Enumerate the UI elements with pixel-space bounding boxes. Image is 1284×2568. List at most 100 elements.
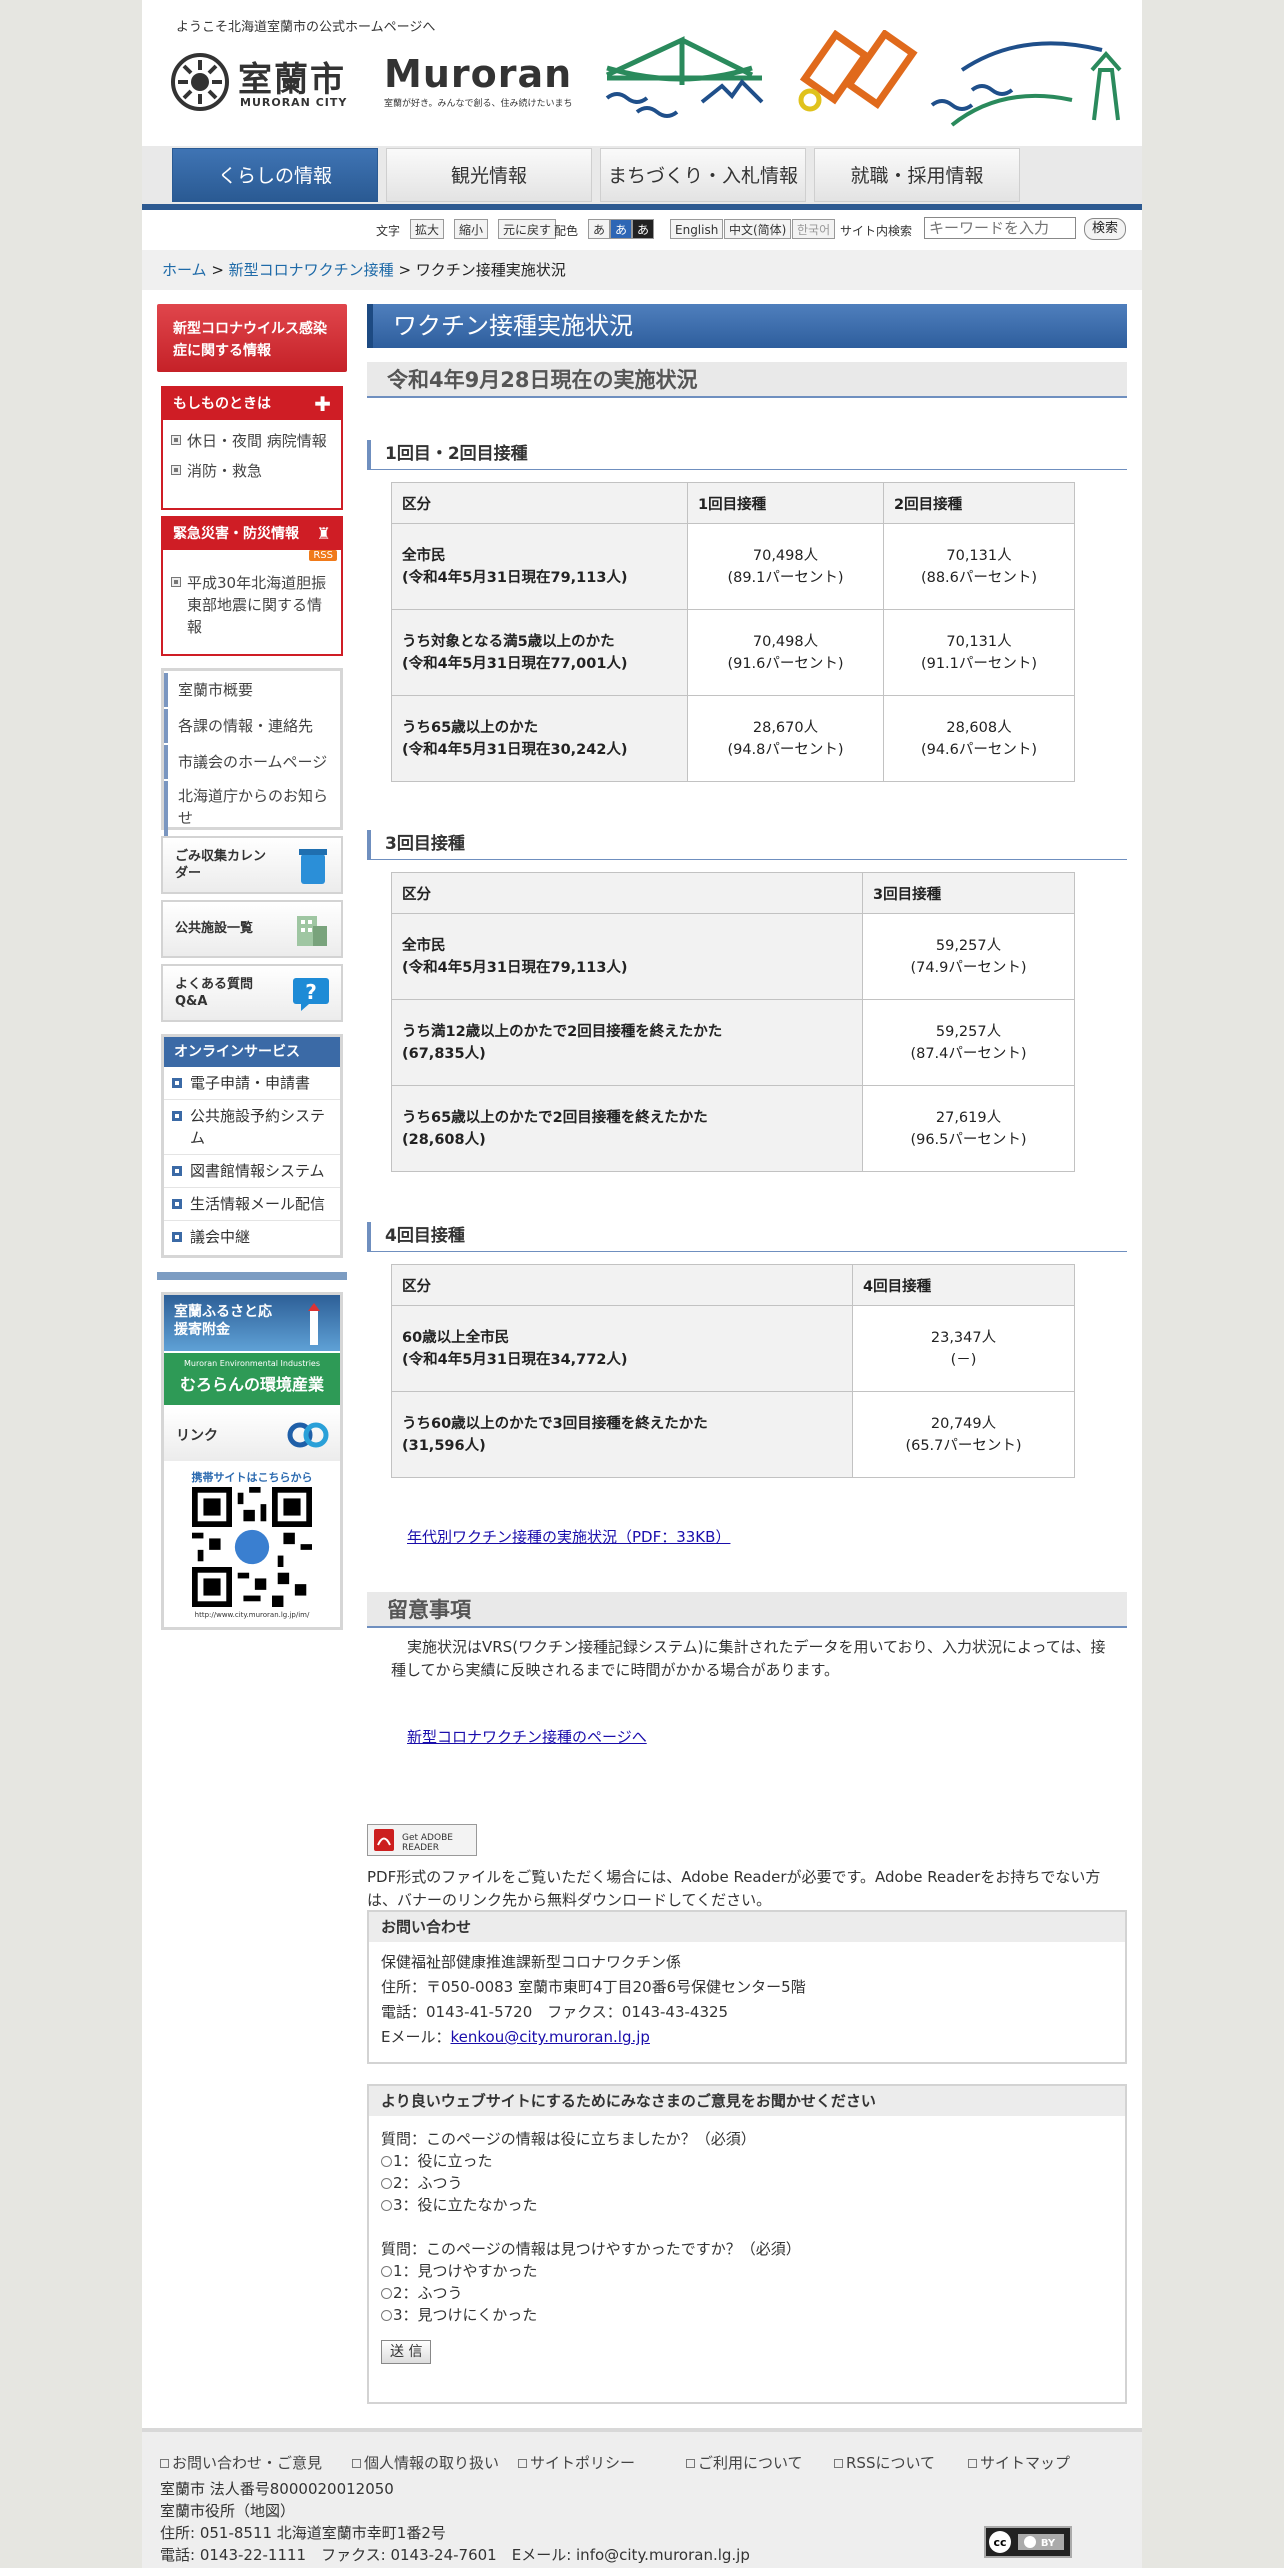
sidebar-item-city-overview[interactable]: 室蘭市概要 [164,673,340,707]
radio-button[interactable] [381,2200,392,2211]
radio-button[interactable] [381,2310,392,2321]
dose2-value: 70,131人 (88.6パーセント) [883,523,1075,610]
row-label: 60歳以上全市民 (令和4年5月31日現在34,772人) [391,1305,853,1392]
survey-title: より良いウェブサイトにするためにみなさまのご意見をお聞かせください [369,2086,1125,2116]
radio-button[interactable] [381,2178,392,2189]
covid-info-banner[interactable]: 新型コロナウイルス感染症に関する情報 [157,304,347,372]
footer-link-site-policy[interactable]: サイトポリシー [518,2452,635,2473]
color-default-button[interactable]: あ [588,219,611,239]
sidebar-item-earthquake[interactable]: 平成30年北海道胆振東部地震に関する情報 [163,568,341,642]
online-item-e-application[interactable]: 電子申請・申請書 [164,1067,340,1100]
survey-submit-button[interactable]: 送 信 [381,2340,432,2364]
section-heading-dose-3: 3回目接種 [367,830,1127,860]
table-row: うち対象となる満5歳以上のかた (令和4年5月31日現在77,001人) 70,4… [391,609,1075,696]
survey-q1-option-1[interactable]: 1：役に立った [381,2150,1113,2172]
color-scheme-label: 配色 [554,224,579,238]
breadcrumb-home[interactable]: ホーム [162,261,207,279]
garbage-calendar-banner[interactable]: ごみ収集カレンダー [161,836,343,894]
square-bullet-icon [160,2459,169,2468]
footer-link-privacy[interactable]: 個人情報の取り扱い [352,2452,499,2473]
breadcrumb-separator: > [206,261,229,279]
disaster-title: 緊急災害・防災情報 ♜ [163,518,341,550]
footer-address: 住所: 051-8511 北海道室蘭市幸町1番2号 [160,2524,446,2542]
gnav-tab-town-planning[interactable]: まちづくり・入札情報 [600,148,806,202]
contact-email-link[interactable]: kenkou@city.muroran.lg.jp [450,2028,649,2046]
lang-english-button[interactable]: English [670,219,724,239]
breadcrumb-current: ワクチン接種実施状況 [415,261,566,279]
rss-badge[interactable]: RSS [309,550,337,561]
brand-logo: Muroran [384,52,573,96]
breadcrumb-parent[interactable]: 新型コロナワクチン接種 [229,261,394,279]
creative-commons-badge[interactable]: cc BY [984,2526,1072,2558]
sidebar-item-departments[interactable]: 各課の情報・連絡先 [164,709,340,743]
contact-title: お問い合わせ [369,1912,1125,1942]
square-bullet-icon [172,1166,182,1176]
footer-link-terms[interactable]: ご利用について [686,2452,803,2473]
online-item-facility-reservation[interactable]: 公共施設予約システム [164,1100,340,1155]
sidebar-item-fire[interactable]: 消防・救急 [163,456,341,486]
mobile-site-banner[interactable]: 携帯サイトはこちらから http://www.city.muroran.lg.j… [164,1465,340,1627]
dose2-value: 70,131人 (91.1パーセント) [883,609,1075,696]
survey-q2-option-2[interactable]: 2：ふつう [381,2282,1113,2304]
radio-button[interactable] [381,2288,392,2299]
dose3-value: 59,257人 (74.9パーセント) [862,913,1075,1000]
gnav-tab-tourism[interactable]: 観光情報 [386,148,592,202]
table-doses-1-2: 区分 1回目接種 2回目接種 全市民 (令和4年5月31日現在79,113人) 7… [391,482,1075,782]
table-header-row: 区分 4回目接種 [391,1264,1075,1306]
online-item-mail-service[interactable]: 生活情報メール配信 [164,1188,340,1221]
sidebar-item-city-council[interactable]: 市議会のホームページ [164,745,340,779]
adobe-reader-notice: PDF形式のファイルをご覧いただく場合には、Adobe Readerが必要です。… [367,1868,1101,1909]
contact-email-label: Eメール： [381,2028,451,2046]
color-black-button[interactable]: あ [632,219,655,239]
environmental-industries-banner[interactable]: Muroran Environmental Industries むろらんの環境… [164,1353,340,1405]
links-banner[interactable]: リンク [164,1409,340,1461]
search-input[interactable] [924,217,1076,239]
online-item-library[interactable]: 図書館情報システム [164,1155,340,1188]
contact-box: お問い合わせ 保健福祉部健康推進課新型コロナワクチン係 住所：〒050-0083… [367,1910,1127,2064]
svg-text:BY: BY [1041,2538,1056,2549]
lighthouse-icon [308,1303,320,1345]
radio-button[interactable] [381,2266,392,2277]
adobe-reader-banner[interactable]: Get ADOBE READER [367,1824,477,1856]
brand-tagline: 室蘭が好き。みんなで創る、住み続けたいまち [384,99,573,109]
text-enlarge-button[interactable]: 拡大 [410,219,445,239]
survey-q2-option-3[interactable]: 3：見つけにくかった [381,2304,1113,2326]
table-dose-4: 区分 4回目接種 60歳以上全市民 (令和4年5月31日現在34,772人) 23… [391,1264,1075,1478]
city-name-jp[interactable]: 室蘭市 [238,52,346,101]
pdf-age-breakdown-link[interactable]: 年代別ワクチン接種の実施状況（PDF：33KB） [407,1526,730,1547]
radio-button[interactable] [381,2156,392,2167]
lang-chinese-button[interactable]: 中文(简体) [724,219,792,239]
gnav-tab-jobs[interactable]: 就職・採用情報 [814,148,1020,202]
row-label: うち65歳以上のかたで2回目接種を終えたかた (28,608人) [391,1085,863,1172]
color-blue-button[interactable]: あ [610,219,633,239]
lang-korean-button[interactable]: 한국어 [792,219,836,239]
text-shrink-button[interactable]: 縮小 [454,219,489,239]
survey-q1-option-2[interactable]: 2：ふつう [381,2172,1113,2194]
footer-link-rss[interactable]: RSSについて [834,2452,935,2473]
covid-vaccine-page-link[interactable]: 新型コロナワクチン接種のページへ [407,1726,647,1747]
online-item-council-broadcast[interactable]: 議会中継 [164,1221,340,1253]
survey-q1-option-3[interactable]: 3：役に立たなかった [381,2194,1113,2216]
furusato-donation-banner[interactable]: 室蘭ふるさと応援寄附金 [164,1295,340,1351]
sidebar-item-hokkaido-news[interactable]: 北海道庁からのお知らせ [164,781,340,837]
footer-link-sitemap[interactable]: サイトマップ [968,2452,1070,2473]
faq-banner[interactable]: よくある質問Q&A ? [161,964,343,1022]
table-row: 全市民 (令和4年5月31日現在79,113人) 70,498人 (89.1パーセン… [391,523,1075,610]
footer-office-name[interactable]: 室蘭市役所（地図） [160,2500,295,2521]
column-header: 1回目接種 [687,482,884,524]
public-facilities-banner[interactable]: 公共施設一覧 [161,900,343,958]
city-emblem-logo[interactable] [170,52,230,112]
square-bullet-icon [834,2459,843,2468]
city-name-en: MURORAN CITY [240,96,348,109]
square-bullet-icon [172,1232,182,1242]
survey-q2-option-1[interactable]: 1：見つけやすかった [381,2260,1113,2282]
search-button[interactable]: 検索 [1084,218,1126,240]
gnav-tab-life[interactable]: くらしの情報 [172,148,378,202]
text-reset-button[interactable]: 元に戻す [498,219,557,239]
square-bullet-icon [172,1199,182,1209]
footer-link-contact[interactable]: お問い合わせ・ご意見 [160,2452,322,2473]
table-row: うち65歳以上のかたで2回目接種を終えたかた (28,608人) 27,619人(… [391,1085,1075,1172]
sidebar-item-hospital[interactable]: 休日・夜間 病院情報 [163,426,341,456]
dose1-value: 70,498人 (91.6パーセント) [687,609,884,696]
square-bullet-icon [352,2459,361,2468]
